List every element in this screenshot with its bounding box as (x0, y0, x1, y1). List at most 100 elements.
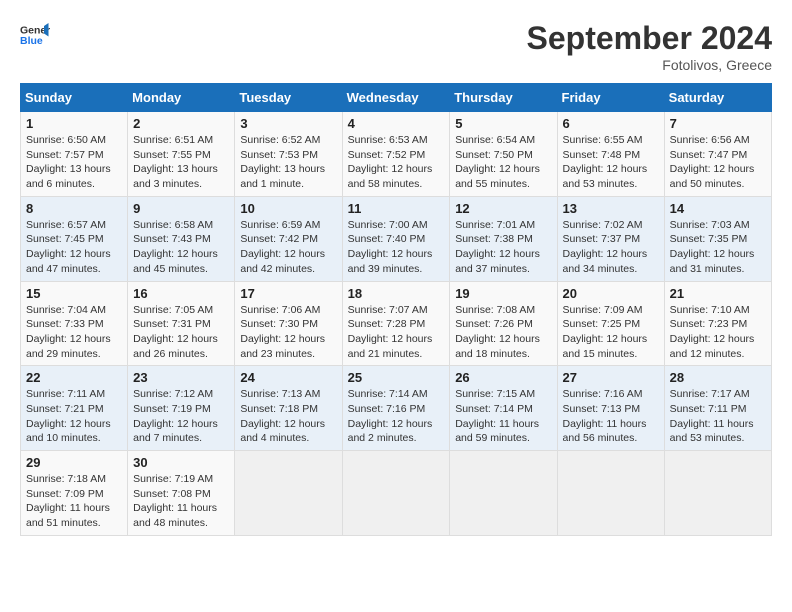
day-number: 2 (133, 116, 229, 131)
day-info: Sunrise: 7:10 AM Sunset: 7:23 PM Dayligh… (670, 303, 766, 362)
day-number: 3 (240, 116, 336, 131)
calendar-cell: 24 Sunrise: 7:13 AM Sunset: 7:18 PM Dayl… (235, 366, 342, 451)
day-info: Sunrise: 7:05 AM Sunset: 7:31 PM Dayligh… (133, 303, 229, 362)
day-number: 30 (133, 455, 229, 470)
month-title: September 2024 (527, 20, 772, 57)
calendar-table: Sunday Monday Tuesday Wednesday Thursday… (20, 83, 772, 536)
day-number: 4 (348, 116, 445, 131)
calendar-cell: 19 Sunrise: 7:08 AM Sunset: 7:26 PM Dayl… (450, 281, 557, 366)
day-number: 19 (455, 286, 551, 301)
day-info: Sunrise: 7:14 AM Sunset: 7:16 PM Dayligh… (348, 387, 445, 446)
day-number: 27 (563, 370, 659, 385)
header-friday: Friday (557, 84, 664, 112)
day-info: Sunrise: 7:19 AM Sunset: 7:08 PM Dayligh… (133, 472, 229, 531)
svg-text:Blue: Blue (20, 35, 43, 47)
calendar-cell: 9 Sunrise: 6:58 AM Sunset: 7:43 PM Dayli… (128, 196, 235, 281)
calendar-cell: 14 Sunrise: 7:03 AM Sunset: 7:35 PM Dayl… (664, 196, 771, 281)
calendar-cell: 3 Sunrise: 6:52 AM Sunset: 7:53 PM Dayli… (235, 112, 342, 197)
calendar-cell (557, 451, 664, 536)
calendar-row: 1 Sunrise: 6:50 AM Sunset: 7:57 PM Dayli… (21, 112, 772, 197)
title-area: September 2024 Fotolivos, Greece (527, 20, 772, 73)
day-info: Sunrise: 7:08 AM Sunset: 7:26 PM Dayligh… (455, 303, 551, 362)
day-info: Sunrise: 7:01 AM Sunset: 7:38 PM Dayligh… (455, 218, 551, 277)
calendar-row: 29 Sunrise: 7:18 AM Sunset: 7:09 PM Dayl… (21, 451, 772, 536)
day-info: Sunrise: 7:17 AM Sunset: 7:11 PM Dayligh… (670, 387, 766, 446)
calendar-cell: 20 Sunrise: 7:09 AM Sunset: 7:25 PM Dayl… (557, 281, 664, 366)
day-number: 15 (26, 286, 122, 301)
day-number: 22 (26, 370, 122, 385)
day-number: 28 (670, 370, 766, 385)
calendar-cell (342, 451, 450, 536)
location: Fotolivos, Greece (527, 57, 772, 73)
day-info: Sunrise: 7:13 AM Sunset: 7:18 PM Dayligh… (240, 387, 336, 446)
day-info: Sunrise: 7:07 AM Sunset: 7:28 PM Dayligh… (348, 303, 445, 362)
calendar-cell: 8 Sunrise: 6:57 AM Sunset: 7:45 PM Dayli… (21, 196, 128, 281)
calendar-row: 22 Sunrise: 7:11 AM Sunset: 7:21 PM Dayl… (21, 366, 772, 451)
day-info: Sunrise: 7:09 AM Sunset: 7:25 PM Dayligh… (563, 303, 659, 362)
day-number: 6 (563, 116, 659, 131)
calendar-row: 15 Sunrise: 7:04 AM Sunset: 7:33 PM Dayl… (21, 281, 772, 366)
page-header: General Blue September 2024 Fotolivos, G… (20, 20, 772, 73)
header-monday: Monday (128, 84, 235, 112)
day-info: Sunrise: 7:06 AM Sunset: 7:30 PM Dayligh… (240, 303, 336, 362)
day-number: 23 (133, 370, 229, 385)
calendar-cell: 15 Sunrise: 7:04 AM Sunset: 7:33 PM Dayl… (21, 281, 128, 366)
calendar-cell: 29 Sunrise: 7:18 AM Sunset: 7:09 PM Dayl… (21, 451, 128, 536)
calendar-cell: 23 Sunrise: 7:12 AM Sunset: 7:19 PM Dayl… (128, 366, 235, 451)
calendar-cell: 5 Sunrise: 6:54 AM Sunset: 7:50 PM Dayli… (450, 112, 557, 197)
calendar-cell: 16 Sunrise: 7:05 AM Sunset: 7:31 PM Dayl… (128, 281, 235, 366)
calendar-cell: 7 Sunrise: 6:56 AM Sunset: 7:47 PM Dayli… (664, 112, 771, 197)
day-info: Sunrise: 7:12 AM Sunset: 7:19 PM Dayligh… (133, 387, 229, 446)
day-info: Sunrise: 6:58 AM Sunset: 7:43 PM Dayligh… (133, 218, 229, 277)
day-number: 13 (563, 201, 659, 216)
calendar-cell: 6 Sunrise: 6:55 AM Sunset: 7:48 PM Dayli… (557, 112, 664, 197)
day-number: 1 (26, 116, 122, 131)
calendar-cell (664, 451, 771, 536)
calendar-cell: 11 Sunrise: 7:00 AM Sunset: 7:40 PM Dayl… (342, 196, 450, 281)
calendar-cell: 17 Sunrise: 7:06 AM Sunset: 7:30 PM Dayl… (235, 281, 342, 366)
day-number: 24 (240, 370, 336, 385)
calendar-row: 8 Sunrise: 6:57 AM Sunset: 7:45 PM Dayli… (21, 196, 772, 281)
day-number: 26 (455, 370, 551, 385)
day-info: Sunrise: 7:04 AM Sunset: 7:33 PM Dayligh… (26, 303, 122, 362)
calendar-cell: 27 Sunrise: 7:16 AM Sunset: 7:13 PM Dayl… (557, 366, 664, 451)
day-info: Sunrise: 6:57 AM Sunset: 7:45 PM Dayligh… (26, 218, 122, 277)
calendar-cell: 22 Sunrise: 7:11 AM Sunset: 7:21 PM Dayl… (21, 366, 128, 451)
day-info: Sunrise: 6:50 AM Sunset: 7:57 PM Dayligh… (26, 133, 122, 192)
calendar-cell: 26 Sunrise: 7:15 AM Sunset: 7:14 PM Dayl… (450, 366, 557, 451)
day-info: Sunrise: 7:00 AM Sunset: 7:40 PM Dayligh… (348, 218, 445, 277)
day-number: 9 (133, 201, 229, 216)
header-sunday: Sunday (21, 84, 128, 112)
day-info: Sunrise: 6:56 AM Sunset: 7:47 PM Dayligh… (670, 133, 766, 192)
logo-icon: General Blue (20, 20, 50, 50)
calendar-cell: 13 Sunrise: 7:02 AM Sunset: 7:37 PM Dayl… (557, 196, 664, 281)
day-info: Sunrise: 6:59 AM Sunset: 7:42 PM Dayligh… (240, 218, 336, 277)
day-info: Sunrise: 6:53 AM Sunset: 7:52 PM Dayligh… (348, 133, 445, 192)
day-number: 25 (348, 370, 445, 385)
day-info: Sunrise: 6:55 AM Sunset: 7:48 PM Dayligh… (563, 133, 659, 192)
day-info: Sunrise: 6:52 AM Sunset: 7:53 PM Dayligh… (240, 133, 336, 192)
day-number: 10 (240, 201, 336, 216)
day-number: 7 (670, 116, 766, 131)
calendar-cell (235, 451, 342, 536)
day-number: 16 (133, 286, 229, 301)
day-info: Sunrise: 7:16 AM Sunset: 7:13 PM Dayligh… (563, 387, 659, 446)
calendar-cell: 28 Sunrise: 7:17 AM Sunset: 7:11 PM Dayl… (664, 366, 771, 451)
calendar-cell: 30 Sunrise: 7:19 AM Sunset: 7:08 PM Dayl… (128, 451, 235, 536)
header-thursday: Thursday (450, 84, 557, 112)
header-saturday: Saturday (664, 84, 771, 112)
day-number: 8 (26, 201, 122, 216)
calendar-cell: 2 Sunrise: 6:51 AM Sunset: 7:55 PM Dayli… (128, 112, 235, 197)
day-number: 20 (563, 286, 659, 301)
logo: General Blue (20, 20, 50, 50)
day-number: 14 (670, 201, 766, 216)
day-info: Sunrise: 7:15 AM Sunset: 7:14 PM Dayligh… (455, 387, 551, 446)
day-info: Sunrise: 6:54 AM Sunset: 7:50 PM Dayligh… (455, 133, 551, 192)
header-tuesday: Tuesday (235, 84, 342, 112)
day-number: 18 (348, 286, 445, 301)
day-number: 29 (26, 455, 122, 470)
calendar-cell: 12 Sunrise: 7:01 AM Sunset: 7:38 PM Dayl… (450, 196, 557, 281)
day-number: 17 (240, 286, 336, 301)
calendar-cell: 10 Sunrise: 6:59 AM Sunset: 7:42 PM Dayl… (235, 196, 342, 281)
weekday-header-row: Sunday Monday Tuesday Wednesday Thursday… (21, 84, 772, 112)
